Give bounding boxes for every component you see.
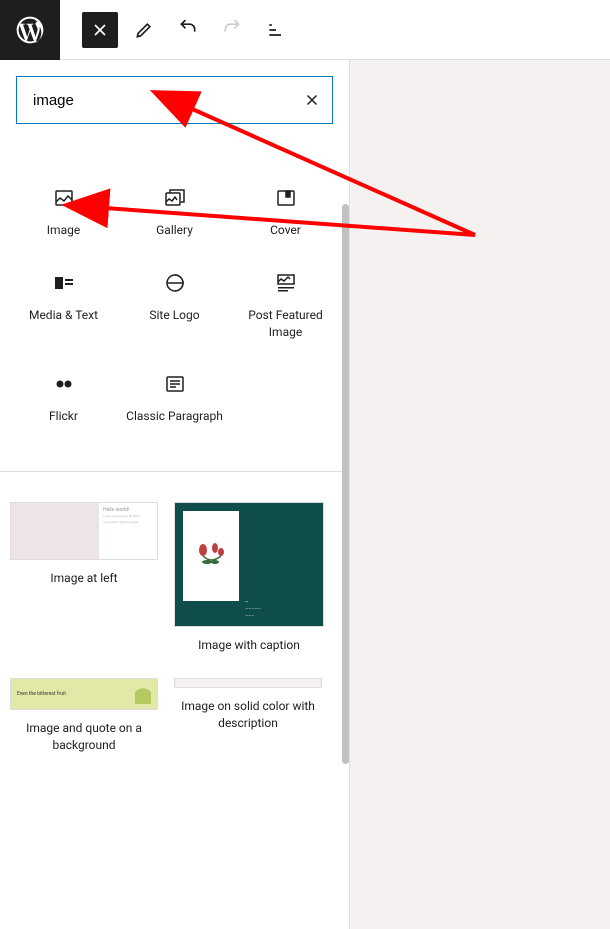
block-site-logo[interactable]: Site Logo: [119, 255, 230, 357]
cover-icon: [274, 186, 298, 210]
editor-toolbar: [0, 0, 610, 60]
inserter-scroll-area[interactable]: Image Gallery Cover: [0, 140, 349, 929]
block-image[interactable]: Image: [8, 170, 119, 255]
scrollbar-thumb[interactable]: [342, 204, 349, 764]
main-area: Image Gallery Cover: [0, 60, 610, 929]
block-label: Classic Paragraph: [126, 408, 223, 425]
pear-illustration: [135, 684, 151, 704]
blocks-grid: Image Gallery Cover: [0, 140, 349, 461]
image-icon: [52, 186, 76, 210]
gallery-icon: [163, 186, 187, 210]
search-clear-button[interactable]: [292, 80, 332, 120]
block-flickr[interactable]: Flickr: [8, 356, 119, 441]
redo-icon: [222, 20, 242, 40]
block-label: Site Logo: [149, 307, 199, 324]
edit-tool-button[interactable]: [126, 12, 162, 48]
list-view-icon: [266, 20, 286, 40]
pattern-label: Image on solid color with description: [174, 698, 322, 732]
search-box: [16, 76, 333, 124]
block-classic-paragraph[interactable]: Classic Paragraph: [119, 356, 230, 441]
block-label: Cover: [270, 222, 301, 239]
close-icon: [90, 20, 110, 40]
search-container: [0, 60, 349, 140]
pattern-image-quote-background[interactable]: Even the bitterest fruit Image and quote…: [10, 678, 158, 754]
pattern-image-at-left[interactable]: Hello world!Lorem ipsum dolor sit amet c…: [10, 502, 158, 654]
classic-paragraph-icon: [163, 372, 187, 396]
close-inserter-button[interactable]: [82, 12, 118, 48]
media-text-icon: [52, 271, 76, 295]
block-label: Post Featured Image: [234, 307, 337, 341]
block-label: Image: [47, 222, 80, 239]
pattern-image-with-caption[interactable]: ————————— Image with caption: [174, 502, 324, 654]
pattern-preview: —————————: [174, 502, 324, 627]
block-label: Media & Text: [29, 307, 98, 324]
pattern-preview: Hello world!Lorem ipsum dolor sit amet c…: [10, 502, 158, 560]
block-featured-image[interactable]: Post Featured Image: [230, 255, 341, 357]
block-label: Gallery: [156, 222, 193, 239]
pattern-label: Image with caption: [198, 637, 300, 654]
wordpress-logo[interactable]: [0, 0, 60, 60]
pencil-icon: [134, 20, 154, 40]
patterns-section: Hello world!Lorem ipsum dolor sit amet c…: [0, 482, 349, 797]
pattern-label: Image and quote on a background: [10, 720, 158, 754]
undo-button[interactable]: [170, 12, 206, 48]
pattern-label: Image at left: [50, 570, 117, 587]
flower-illustration: [193, 542, 229, 570]
search-input[interactable]: [17, 77, 292, 123]
flickr-icon: [52, 372, 76, 396]
wordpress-icon: [14, 14, 46, 46]
preview-heading: Hello world!: [103, 507, 129, 513]
pattern-preview: Even the bitterest fruit: [10, 678, 158, 710]
block-cover[interactable]: Cover: [230, 170, 341, 255]
undo-icon: [178, 20, 198, 40]
redo-button[interactable]: [214, 12, 250, 48]
featured-image-icon: [274, 271, 298, 295]
list-view-button[interactable]: [258, 12, 294, 48]
section-divider: [0, 471, 349, 472]
block-inserter-panel: Image Gallery Cover: [0, 60, 350, 929]
block-gallery[interactable]: Gallery: [119, 170, 230, 255]
block-media-text[interactable]: Media & Text: [8, 255, 119, 357]
editor-canvas[interactable]: [350, 60, 610, 929]
block-label: Flickr: [49, 408, 78, 425]
scrollbar-track: [341, 204, 349, 764]
close-icon: [303, 91, 321, 109]
pattern-preview: [174, 678, 322, 688]
site-logo-icon: [163, 271, 187, 295]
preview-quote-text: Even the bitterest fruit: [17, 691, 66, 697]
pattern-image-solid-color[interactable]: Image on solid color with description: [174, 678, 322, 754]
